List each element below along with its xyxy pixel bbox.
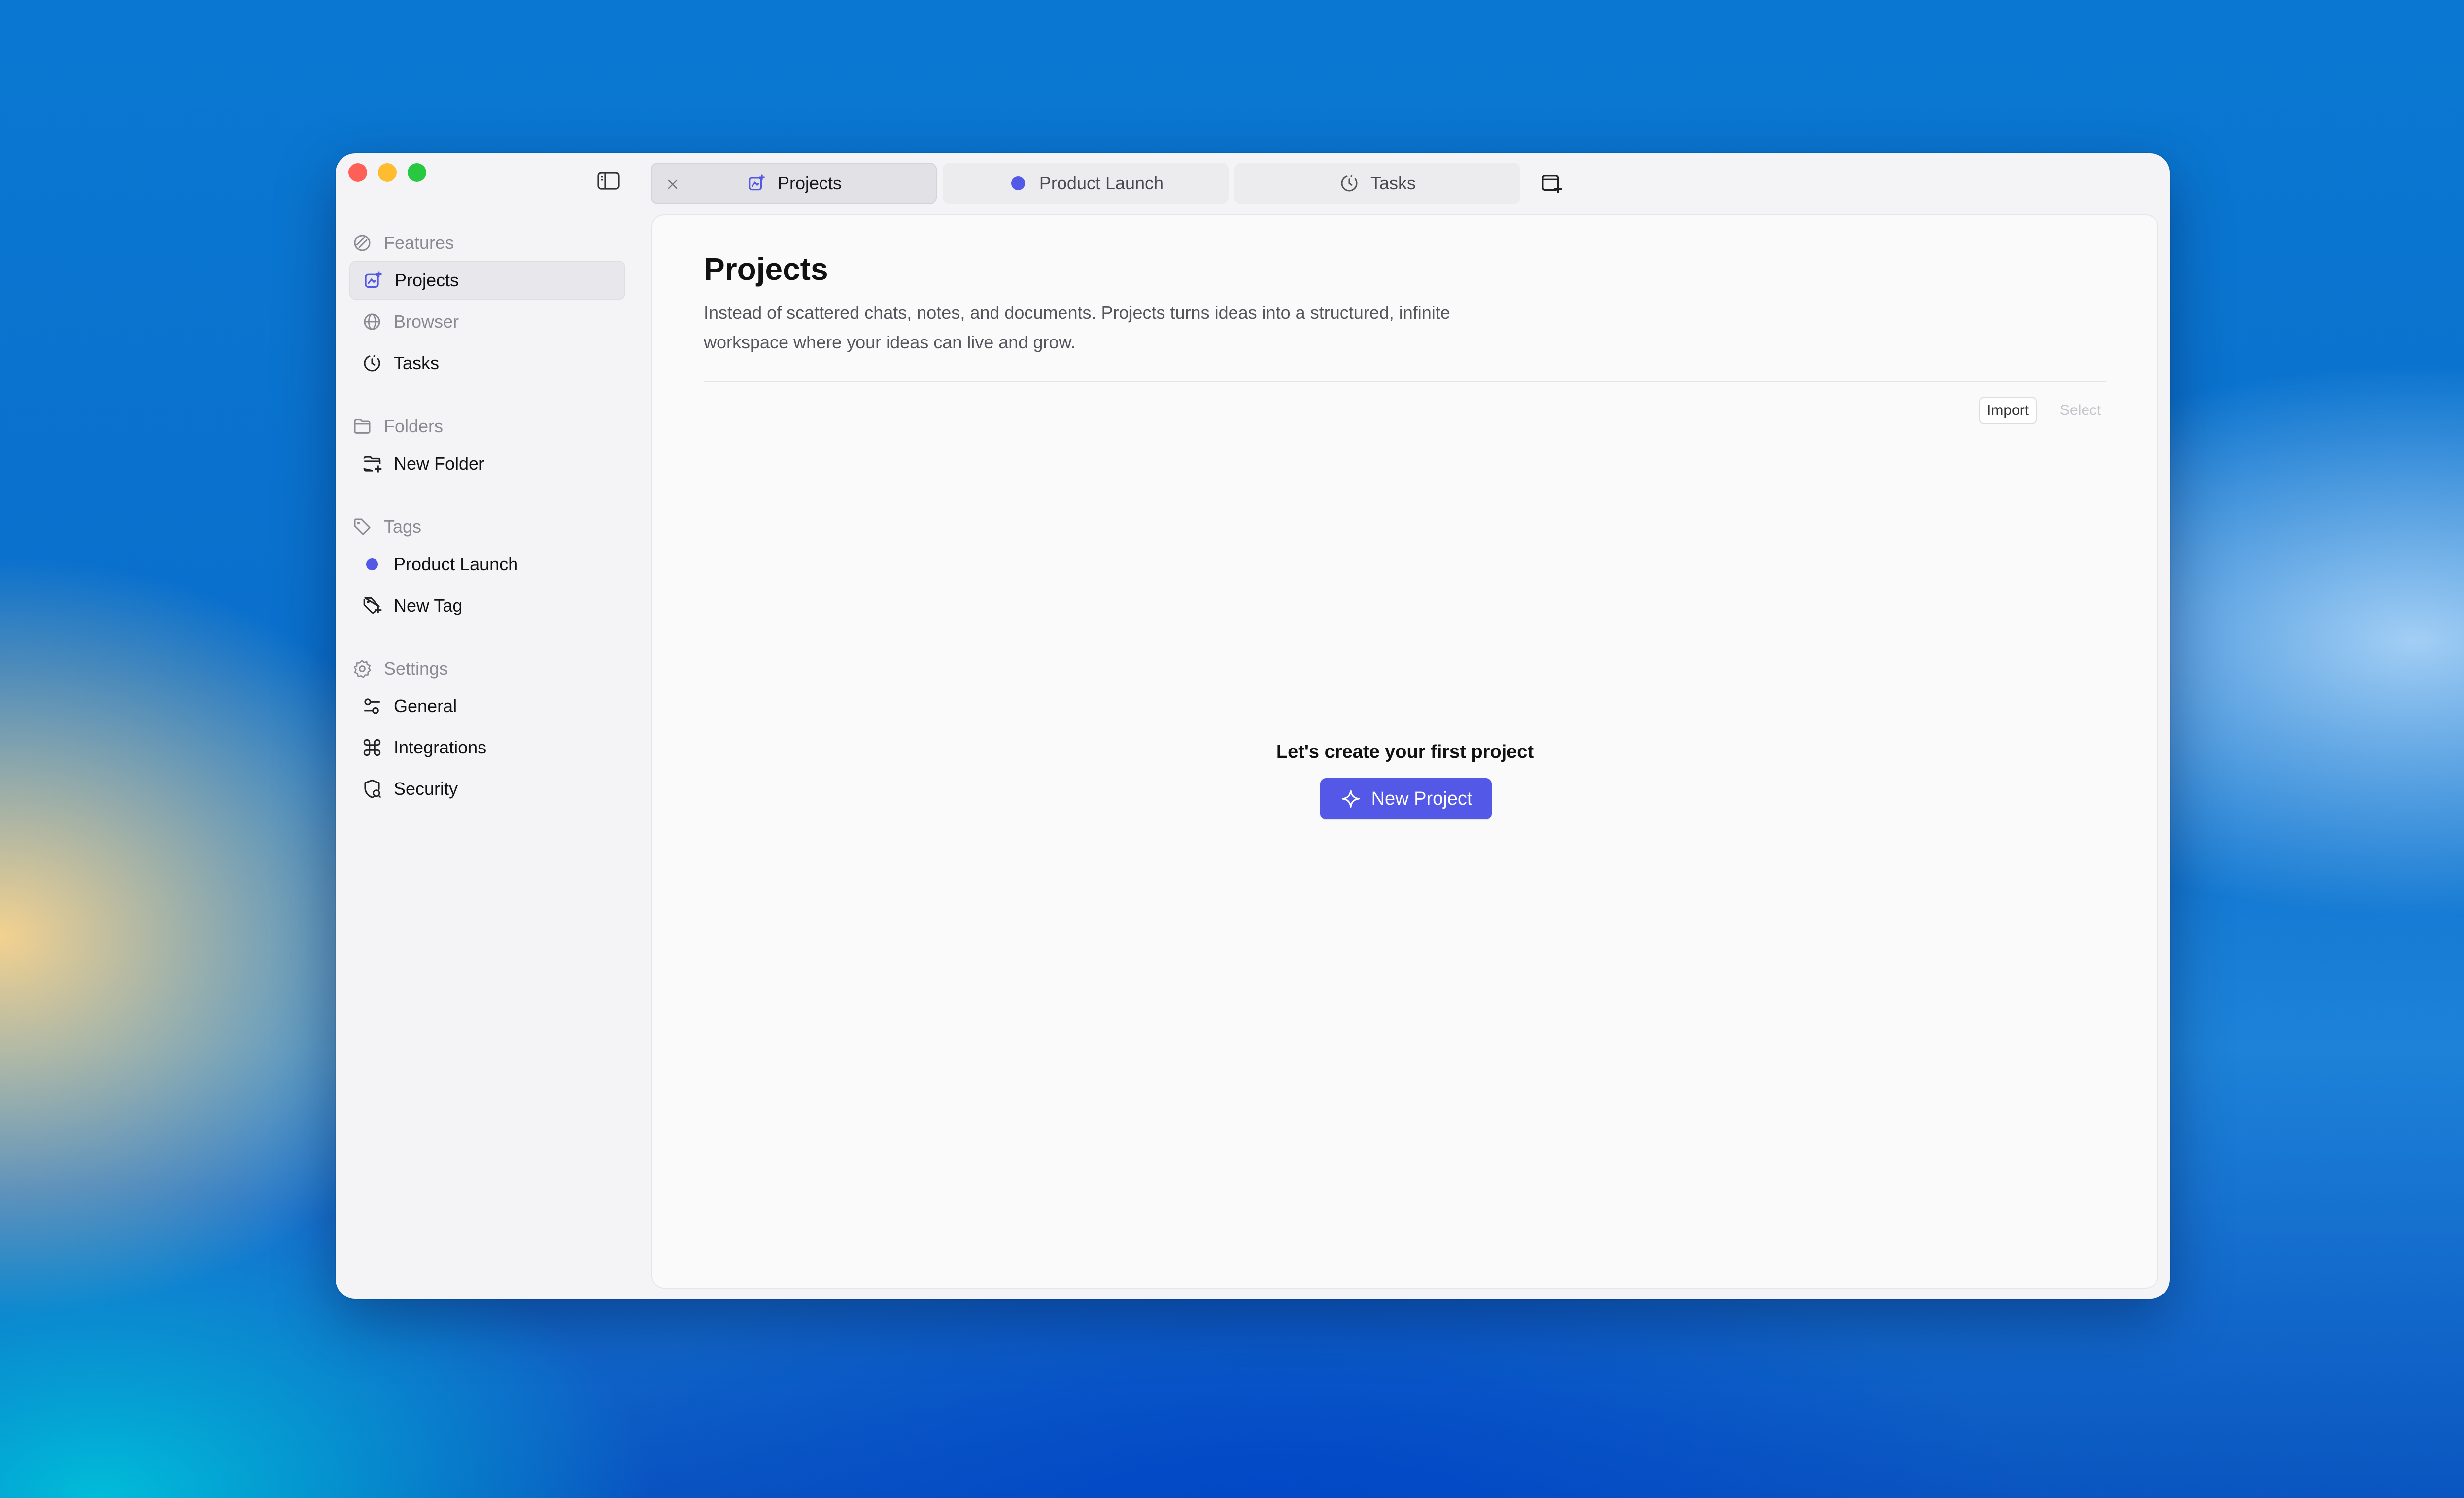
sidebar-item-label: Tasks	[394, 353, 440, 373]
zoom-window-button[interactable]	[408, 163, 426, 182]
tag-dot-icon	[1008, 173, 1028, 194]
tag-icon	[351, 516, 373, 538]
sidebar-item-projects[interactable]: Projects	[349, 261, 625, 300]
clock-icon	[1339, 173, 1360, 194]
tab-label: Projects	[777, 173, 842, 193]
tag-dot-icon	[361, 553, 383, 575]
tab-tasks[interactable]: Tasks	[1234, 163, 1520, 204]
tab-projects[interactable]: Projects	[651, 163, 937, 204]
minimize-window-button[interactable]	[378, 163, 397, 182]
app-window: Projects Product Launch Tasks Features P…	[336, 153, 2170, 1299]
gear-icon	[351, 658, 373, 680]
sidebar-item-label: Projects	[395, 270, 459, 290]
new-project-label: New Project	[1371, 788, 1472, 809]
divider	[704, 381, 2106, 382]
section-title: Settings	[384, 658, 448, 679]
sliders-icon	[361, 695, 383, 717]
sidebar: Features Projects Browser Tasks Folders …	[349, 227, 625, 811]
folder-icon	[351, 415, 373, 437]
window-controls	[348, 163, 426, 182]
sidebar-toggle-icon[interactable]	[597, 171, 620, 191]
new-tab-icon[interactable]	[1538, 170, 1565, 197]
tab-label: Product Launch	[1039, 173, 1164, 193]
section-title: Folders	[384, 416, 444, 436]
sidebar-item-tasks[interactable]: Tasks	[349, 343, 625, 383]
tab-bar: Projects Product Launch Tasks	[651, 162, 1565, 204]
projects-icon	[746, 173, 767, 194]
sidebar-item-integrations[interactable]: Integrations	[349, 728, 625, 767]
section-title: Features	[384, 233, 454, 253]
main-panel: Projects Instead of scattered chats, not…	[651, 214, 2158, 1289]
sidebar-item-security[interactable]: Security	[349, 769, 625, 809]
select-button[interactable]: Select	[2053, 397, 2108, 424]
sidebar-item-label: Integrations	[394, 737, 487, 757]
page-description: Instead of scattered chats, notes, and d…	[704, 303, 1450, 352]
sparkle-icon	[1340, 788, 1362, 810]
tab-product-launch[interactable]: Product Launch	[943, 163, 1229, 204]
shield-icon	[361, 778, 383, 800]
projects-icon	[362, 270, 384, 291]
sidebar-item-label: General	[394, 696, 457, 716]
sidebar-item-product-launch[interactable]: Product Launch	[349, 545, 625, 584]
empty-state-title: Let's create your first project	[1276, 742, 1534, 762]
page-title: Projects	[704, 251, 828, 287]
sidebar-item-browser[interactable]: Browser	[349, 302, 625, 341]
clock-icon	[361, 352, 383, 374]
sidebar-item-label: Browser	[394, 311, 459, 332]
sidebar-item-new-tag[interactable]: New Tag	[349, 586, 625, 625]
section-title: Tags	[384, 516, 422, 537]
sidebar-section-tags: Tags	[349, 511, 625, 543]
features-icon	[351, 232, 373, 254]
close-window-button[interactable]	[348, 163, 367, 182]
command-icon	[361, 737, 383, 758]
sidebar-item-general[interactable]: General	[349, 686, 625, 726]
tag-plus-icon	[361, 595, 383, 616]
sidebar-item-label: Product Launch	[394, 554, 518, 574]
sidebar-section-features: Features	[349, 227, 625, 259]
globe-icon	[361, 311, 383, 333]
new-project-button[interactable]: New Project	[1320, 778, 1492, 819]
sidebar-section-folders: Folders	[349, 410, 625, 442]
import-button[interactable]: Import	[1979, 397, 2037, 424]
close-tab-icon[interactable]	[663, 174, 683, 194]
sidebar-item-label: New Folder	[394, 453, 485, 474]
sidebar-item-label: New Tag	[394, 595, 463, 615]
tab-label: Tasks	[1370, 173, 1416, 193]
sidebar-item-label: Security	[394, 779, 458, 799]
sidebar-section-settings: Settings	[349, 653, 625, 684]
sidebar-item-new-folder[interactable]: New Folder	[349, 444, 625, 483]
folder-plus-icon	[361, 453, 383, 475]
